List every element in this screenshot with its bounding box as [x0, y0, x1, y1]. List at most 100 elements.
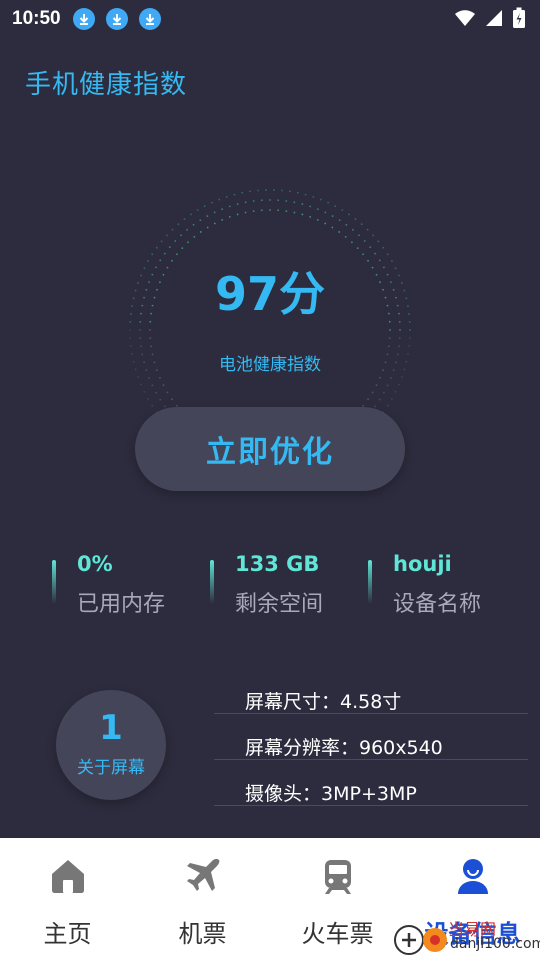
ring-dot	[285, 200, 288, 202]
nav-item-flights[interactable]: 机票	[135, 838, 270, 960]
ring-dot	[149, 329, 151, 331]
ring-dot	[394, 390, 397, 393]
ring-dot	[309, 205, 312, 208]
ring-dot	[228, 205, 231, 208]
ring-dot	[408, 345, 410, 347]
ring-dot	[391, 397, 393, 400]
ring-dot	[358, 234, 360, 237]
ring-dot	[171, 398, 173, 401]
ring-dot	[327, 201, 330, 204]
stat-value: houji	[393, 552, 452, 576]
ring-dot	[398, 383, 400, 386]
ring-dot	[213, 222, 216, 225]
ring-dot	[316, 219, 319, 221]
ring-dot	[316, 208, 319, 211]
status-time: 10:50	[12, 8, 61, 29]
signal-icon	[486, 10, 502, 26]
ring-dot	[148, 376, 151, 379]
ring-dot	[187, 241, 189, 244]
health-score: 97分	[214, 267, 325, 321]
ring-dot	[213, 211, 216, 214]
ring-dot	[171, 228, 174, 231]
ring-dot	[176, 253, 178, 256]
nav-item-home[interactable]: 主页	[0, 838, 135, 960]
ring-dot	[312, 195, 315, 198]
screen-number: 1	[99, 708, 123, 748]
ring-dot	[341, 209, 344, 212]
ring-dot	[221, 208, 224, 211]
ring-dot	[206, 226, 209, 229]
ring-dot	[252, 210, 255, 213]
stat-label: 设备名称	[393, 592, 482, 617]
ring-dot	[151, 253, 154, 256]
ring-dot	[324, 211, 327, 214]
optimize-button[interactable]: 立即优化	[135, 407, 405, 491]
ring-dot	[386, 404, 389, 407]
ring-dot	[398, 345, 400, 348]
ring-dot	[155, 391, 157, 394]
ring-dot	[301, 213, 304, 216]
ring-dot	[377, 240, 380, 243]
ring-dot	[374, 405, 377, 408]
ring-dot	[304, 193, 307, 196]
ring-dot	[236, 213, 239, 216]
ring-dot	[233, 193, 236, 196]
ring-dot	[360, 223, 363, 226]
nav-label: 火车票	[301, 920, 374, 948]
ring-dot	[387, 345, 390, 348]
ring-dot	[399, 329, 401, 331]
download-icon	[105, 8, 128, 30]
ring-dot	[139, 337, 142, 340]
ring-dot	[293, 211, 296, 214]
ring-dot	[159, 398, 162, 401]
ring-dot	[351, 228, 354, 231]
ring-dot	[367, 398, 369, 401]
ring-dot	[386, 384, 389, 387]
stat-value: 133 GB	[235, 552, 320, 576]
ring-dot	[388, 337, 391, 340]
ring-dot	[375, 384, 378, 387]
nav-item-train[interactable]: 火车票	[270, 838, 405, 960]
ring-dot	[155, 246, 158, 249]
ring-dot	[192, 223, 195, 226]
ring-dot	[159, 376, 161, 379]
ring-dot	[257, 189, 259, 192]
ring-dot	[398, 337, 401, 340]
watermark: 当易网 danji100.com	[392, 912, 540, 960]
about-screen-button[interactable]: 1 关于屏幕	[56, 690, 166, 800]
ring-dot	[130, 345, 132, 347]
ring-dot	[348, 213, 350, 216]
ring-dot	[331, 226, 334, 229]
watermark-logo	[394, 925, 447, 955]
ring-dot	[143, 390, 146, 393]
ring-dot	[369, 246, 372, 249]
divider	[214, 759, 528, 760]
stat-bar	[368, 560, 372, 604]
ring-dot	[351, 241, 353, 244]
ring-dot	[260, 209, 263, 212]
user-icon	[458, 859, 488, 894]
stat-label: 已用内存	[77, 592, 166, 617]
ring-dot	[338, 219, 341, 222]
nav-label: 主页	[43, 920, 92, 948]
status-indicators	[454, 7, 526, 29]
camera-text: 摄像头：3MP+3MP	[245, 783, 417, 805]
nav-label: 机票	[178, 920, 227, 948]
ring-dot	[221, 219, 224, 221]
ring-dot	[389, 329, 391, 331]
plane-icon	[187, 858, 220, 891]
battery-icon	[513, 7, 525, 28]
ring-dot	[269, 209, 271, 211]
ring-dot	[372, 234, 375, 237]
ring-dot	[374, 252, 377, 255]
ring-dot	[386, 253, 389, 256]
ring-dot	[281, 189, 283, 192]
ring-dot	[163, 405, 166, 408]
download-icon	[72, 8, 95, 30]
ring-dot	[371, 391, 374, 394]
ring-dot	[129, 329, 131, 331]
ring-dot	[324, 222, 327, 225]
ring-dot	[356, 247, 359, 249]
train-icon	[325, 860, 351, 894]
ring-dot	[363, 240, 366, 242]
